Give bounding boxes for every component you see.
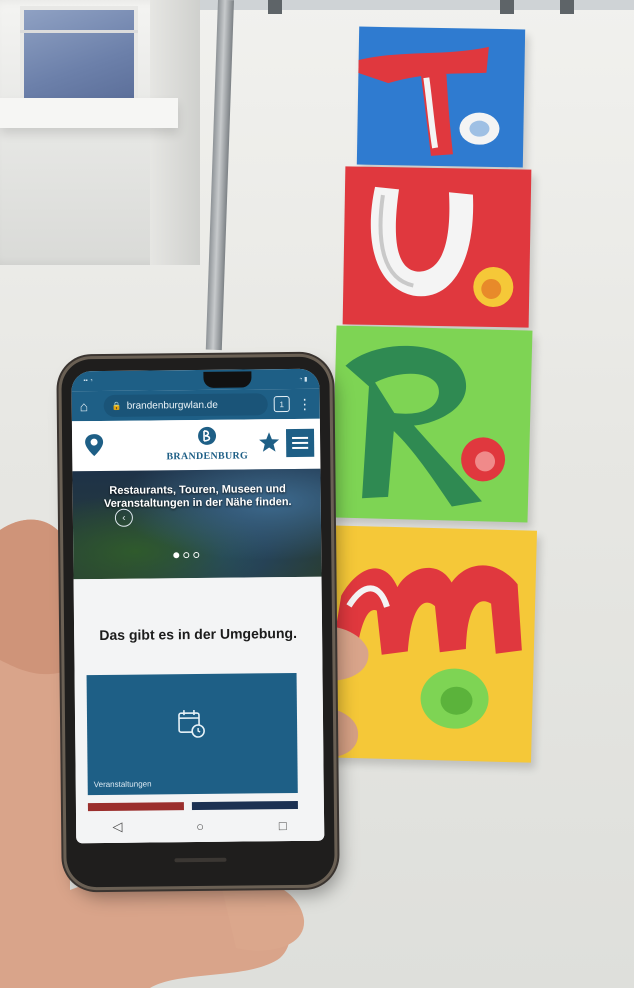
window-block <box>0 0 200 265</box>
window-glass <box>20 6 138 106</box>
hero-text: Restaurants, Touren, Museen und Veransta… <box>103 483 292 510</box>
phone-speaker <box>174 857 227 863</box>
location-pin-icon[interactable] <box>84 433 104 457</box>
chevron-left-icon[interactable]: ‹ <box>114 508 133 527</box>
logo-emblem-icon <box>198 426 217 445</box>
back-triangle-icon[interactable]: ◁ <box>107 819 127 835</box>
star-icon[interactable] <box>258 431 280 453</box>
url-text: brandenburgwlan.de <box>126 399 218 412</box>
photo-scene: ▪▪ ◔ ◔ ▮ ⌂ 🔒 brandenburgwlan.de 1 ⋮ BRAN… <box>0 0 634 988</box>
slider-dot[interactable] <box>173 552 180 559</box>
slider-dots <box>173 551 200 559</box>
home-icon[interactable]: ⌂ <box>80 398 98 414</box>
home-circle-icon[interactable]: ○ <box>190 818 210 833</box>
recents-square-icon[interactable]: □ <box>273 818 293 833</box>
slider-dot[interactable] <box>193 551 200 559</box>
window-ledge <box>0 98 178 128</box>
slider-dot[interactable] <box>183 552 190 559</box>
nearby-section: Das gibt es in der Umgebung. Veranstaltu… <box>73 576 325 844</box>
events-card[interactable]: Veranstaltungen <box>86 672 298 796</box>
tab-switcher-button[interactable]: 1 <box>273 396 290 413</box>
url-field[interactable]: 🔒 brandenburgwlan.de <box>103 393 268 417</box>
section-title: Das gibt es in der Umgebung. <box>99 624 298 644</box>
phone-screen: ▪▪ ◔ ◔ ▮ ⌂ 🔒 brandenburgwlan.de 1 ⋮ BRAN… <box>71 368 325 844</box>
android-nav-bar: ◁ ○ □ <box>75 808 325 844</box>
tile-blue-letter <box>356 26 526 168</box>
calendar-clock-icon <box>178 710 205 738</box>
smartphone: ▪▪ ◔ ◔ ▮ ⌂ 🔒 brandenburgwlan.de 1 ⋮ BRAN… <box>61 356 335 888</box>
lock-icon: 🔒 <box>111 401 122 411</box>
wall-bracket <box>268 0 282 14</box>
logo-text: BRANDENBURG <box>166 450 249 463</box>
wall-bracket <box>560 0 574 14</box>
site-header: BRANDENBURG <box>71 418 321 473</box>
camera-notch <box>203 371 252 388</box>
wall-bracket <box>500 0 514 14</box>
hamburger-menu-icon[interactable] <box>285 428 315 458</box>
browser-url-bar: ⌂ 🔒 brandenburgwlan.de 1 ⋮ <box>71 388 320 422</box>
hero-slider[interactable]: Restaurants, Touren, Museen und Veransta… <box>72 468 322 580</box>
card-label: Veranstaltungen <box>93 779 152 790</box>
brandenburg-logo[interactable]: BRANDENBURG <box>152 425 262 466</box>
tile-red-letter <box>342 166 532 328</box>
more-vert-icon[interactable]: ⋮ <box>298 396 312 412</box>
status-bar: ▪▪ ◔ ◔ ▮ <box>71 368 320 392</box>
